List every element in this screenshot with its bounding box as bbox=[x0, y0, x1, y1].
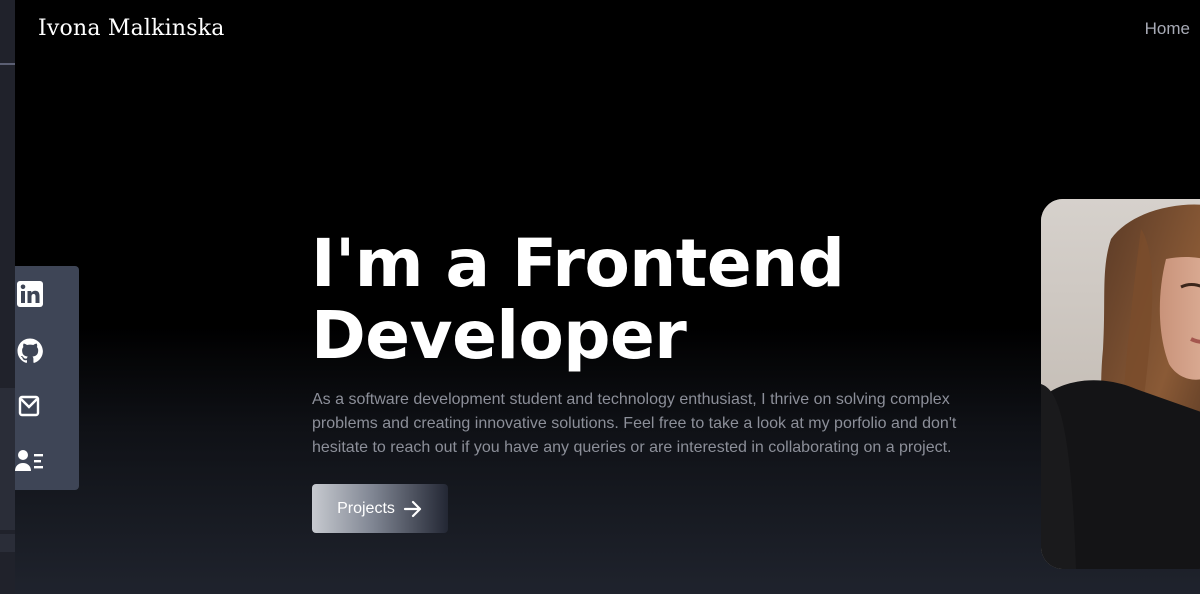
rail-segment bbox=[0, 534, 15, 552]
hero-title-line1: I'm a Frontend bbox=[311, 225, 845, 302]
mail-icon[interactable] bbox=[15, 391, 45, 421]
site-logo[interactable]: Ivona Malkinska bbox=[38, 16, 225, 41]
rail-divider bbox=[0, 63, 15, 65]
arrow-right-icon bbox=[403, 500, 421, 517]
hero-title-line2: Developer bbox=[311, 297, 687, 374]
hero-description: As a software development student and te… bbox=[312, 391, 957, 456]
linkedin-icon[interactable] bbox=[15, 279, 45, 309]
projects-button-label: Projects bbox=[337, 499, 395, 517]
hero-title: I'm a Frontend Developer bbox=[311, 228, 931, 372]
github-icon[interactable] bbox=[15, 336, 45, 366]
left-rail bbox=[0, 0, 15, 594]
nav-home-link[interactable]: Home bbox=[1145, 19, 1190, 39]
contact-card-icon[interactable] bbox=[15, 446, 45, 476]
social-sidebar bbox=[15, 266, 79, 490]
profile-photo bbox=[1041, 199, 1200, 569]
rail-segment bbox=[0, 388, 15, 530]
projects-button[interactable]: Projects bbox=[312, 484, 448, 533]
